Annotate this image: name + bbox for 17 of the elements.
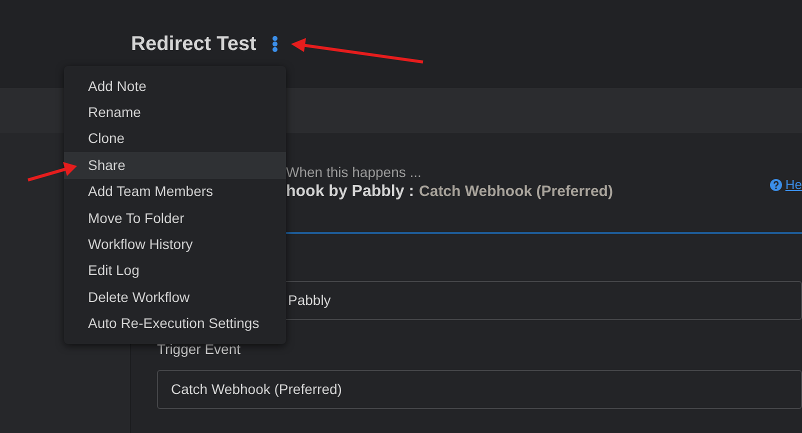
menu-item[interactable]: Share <box>64 152 286 179</box>
menu-item[interactable]: Workflow History <box>64 231 286 258</box>
menu-item[interactable]: Add Note <box>64 73 286 100</box>
menu-item[interactable]: Clone <box>64 126 286 152</box>
menu-item[interactable]: Add Team Members <box>64 178 286 205</box>
trigger-event-name: Catch Webhook (Preferred) <box>419 182 613 202</box>
menu-item[interactable]: Move To Folder <box>64 204 286 232</box>
help-link[interactable]: He <box>785 175 802 194</box>
select-field[interactable]: Catch Webhook (Preferred) <box>157 370 802 409</box>
workflow-title: Redirect Test <box>131 32 256 57</box>
more-options-icon[interactable] <box>272 36 278 52</box>
field-label: Trigger Event <box>157 340 242 358</box>
annotation-arrow <box>28 162 77 182</box>
menu-item[interactable]: Rename <box>64 99 286 126</box>
step-caption: When this happens ... <box>286 163 422 181</box>
trigger-app-name: hook by Pabbly : <box>286 182 414 202</box>
help-icon <box>770 178 782 191</box>
